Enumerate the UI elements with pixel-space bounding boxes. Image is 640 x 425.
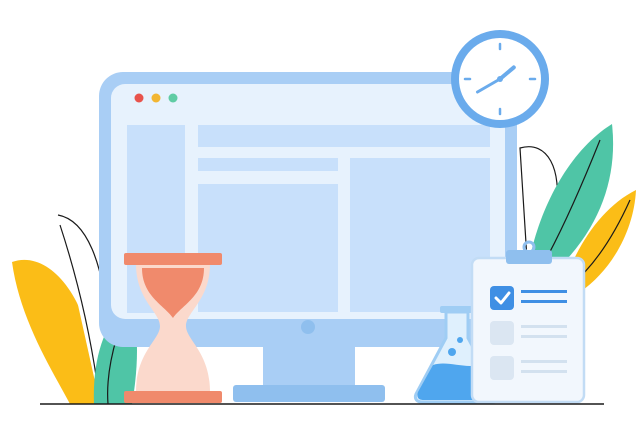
- checklist-line: [521, 370, 567, 373]
- window-dot-minimize: [151, 93, 161, 103]
- checklist-line: [521, 300, 567, 303]
- monitor-stand: [233, 385, 385, 402]
- window-dot-close: [134, 93, 144, 103]
- checklist-box: [490, 286, 514, 310]
- monitor-neck: [263, 347, 355, 389]
- hourglass-top-cap: [124, 253, 222, 265]
- checklist-line: [521, 290, 567, 293]
- power-indicator: [301, 320, 315, 334]
- clipboard-board: [470, 256, 586, 404]
- flask-bubble: [457, 337, 463, 343]
- checklist-box: [490, 321, 514, 345]
- clipboard-icon: [470, 240, 586, 404]
- checklist-box: [490, 356, 514, 380]
- screen-content-right: [350, 158, 490, 312]
- screen-subheader-bar: [198, 158, 338, 171]
- clock-center: [497, 76, 503, 82]
- flask-bubble: [448, 348, 456, 356]
- checklist-line: [521, 325, 567, 328]
- hourglass-bottom-cap: [124, 391, 222, 403]
- window-dot-maximize: [168, 93, 178, 103]
- checklist-line: [521, 360, 567, 363]
- flask-rim: [440, 306, 474, 313]
- screen-content-left: [198, 184, 338, 312]
- checklist-line: [521, 335, 567, 338]
- screen-header-bar: [198, 125, 490, 147]
- illustration-scene: [12, 30, 636, 405]
- clock-icon: [451, 30, 549, 128]
